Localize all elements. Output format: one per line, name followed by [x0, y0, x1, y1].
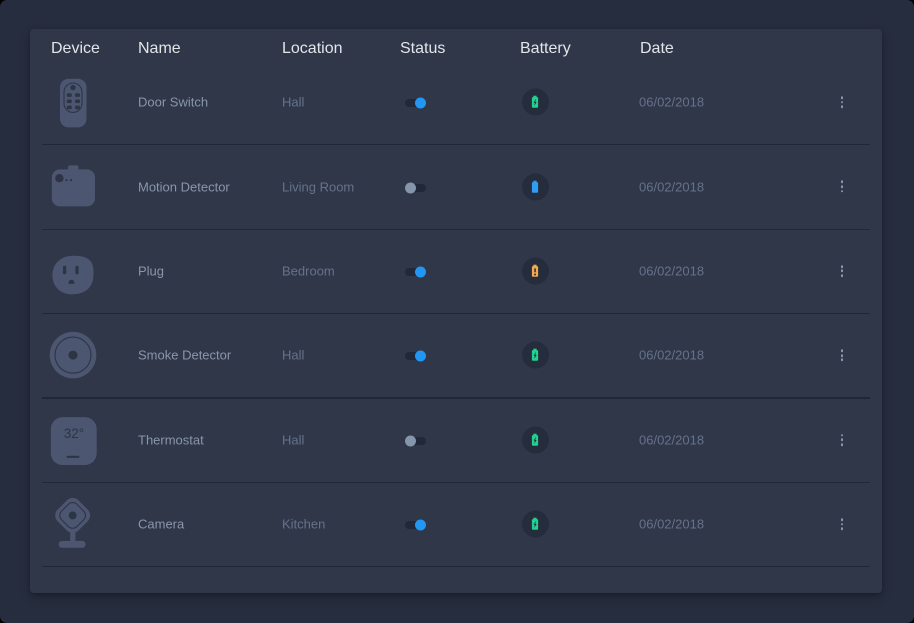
svg-text:32°: 32°	[64, 426, 84, 441]
